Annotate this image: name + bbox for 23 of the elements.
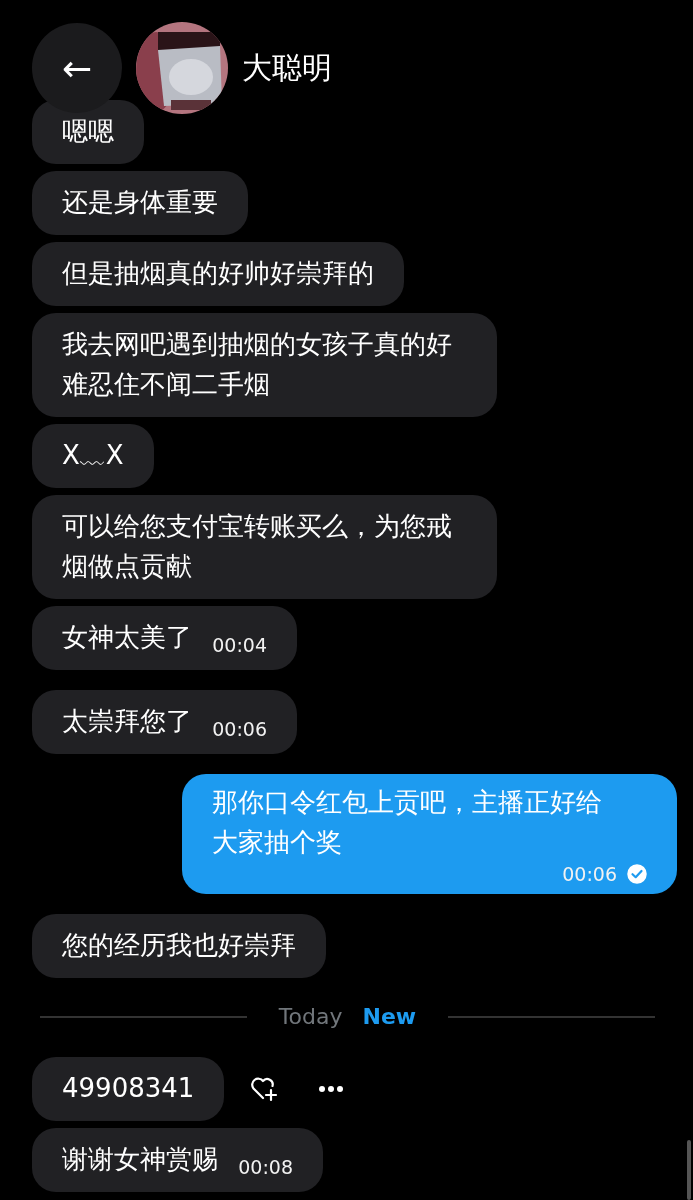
contact-name: 大聪明 xyxy=(242,48,332,87)
new-label: New xyxy=(362,1004,417,1029)
add-reaction-icon[interactable] xyxy=(250,1076,279,1102)
message-text: 女神太美了 xyxy=(62,622,192,652)
more-icon[interactable] xyxy=(318,1085,345,1093)
message-text: 但是抽烟真的好帅好崇拜的 xyxy=(62,258,374,288)
scrollbar[interactable] xyxy=(687,1140,691,1200)
message-time: 00:08 xyxy=(238,1155,294,1179)
message-text: 可以给您支付宝转账买么，为您戒烟做点贡献 xyxy=(62,511,452,581)
message-time: 00:06 xyxy=(562,862,617,886)
message-text: 49908341 xyxy=(62,1073,195,1103)
date-divider-label: Today xyxy=(278,1004,343,1029)
message-time: 00:06 xyxy=(212,717,268,741)
message-text: 您的经历我也好崇拜 xyxy=(62,930,296,960)
message-text: 谢谢女神赏赐 xyxy=(62,1144,218,1174)
message-time: 00:04 xyxy=(212,633,268,657)
message-text: 嗯嗯 xyxy=(62,116,114,146)
message-text: 还是身体重要 xyxy=(62,187,218,217)
message-text: 太崇拜您了 xyxy=(62,706,192,736)
message-text: 那你口令红包上贡吧，主播正好给大家抽个奖 xyxy=(212,786,603,859)
message-text: X﹏X xyxy=(62,440,124,470)
back-button[interactable]: ← xyxy=(32,23,122,113)
message-text: 我去网吧遇到抽烟的女孩子真的好难忍住不闻二手烟 xyxy=(62,329,452,399)
